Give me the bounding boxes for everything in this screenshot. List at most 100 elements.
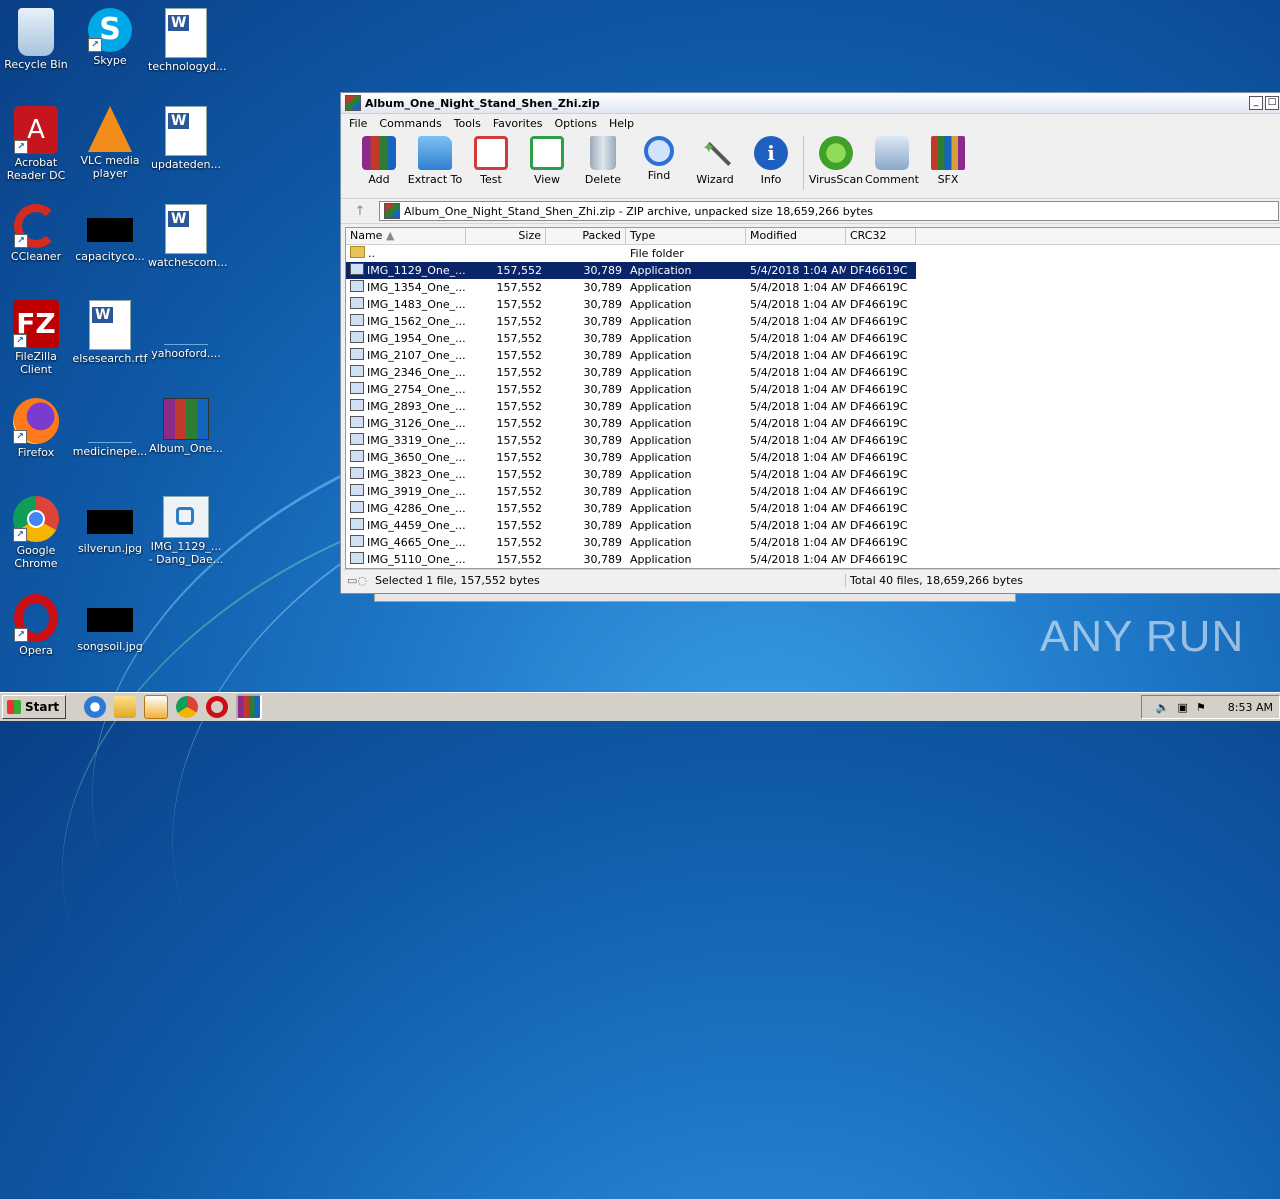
minimize-button[interactable]: _ (1249, 96, 1263, 110)
file-row[interactable]: IMG_4665_One_... 157,552 30,789 Application… (346, 534, 1280, 551)
network-icon[interactable]: ▣ (1178, 701, 1188, 714)
file-row[interactable]: IMG_5110_One_... 157,552 30,789 Application… (346, 551, 1280, 568)
file-row[interactable]: IMG_3650_One_... 157,552 30,789 Application… (346, 449, 1280, 466)
view-button[interactable]: View (519, 136, 575, 186)
menu-help[interactable]: Help (603, 117, 640, 130)
flag-icon[interactable]: ⚑ (1196, 701, 1206, 714)
file-row[interactable]: IMG_2346_One_... 157,552 30,789 Application… (346, 364, 1280, 381)
file-row[interactable]: IMG_4286_One_... 157,552 30,789 Application… (346, 500, 1280, 517)
shortcut-arrow-icon: ↗ (13, 430, 27, 444)
file-row[interactable]: IMG_1483_One_... 157,552 30,789 Application… (346, 296, 1280, 313)
desktop-icon-watchescom[interactable]: W watchescom... (148, 204, 228, 269)
virusscan-button[interactable]: VirusScan (808, 136, 864, 186)
taskbar-ie-icon[interactable] (84, 696, 107, 718)
toolbar: Add Extract To Test View Delete Find ✦ Wi… (341, 132, 1280, 199)
menu-file[interactable]: File (343, 117, 373, 130)
volume-icon[interactable]: 🔈 (1156, 701, 1170, 714)
sfx-button[interactable]: SFX (920, 136, 976, 186)
file-row[interactable]: IMG_4459_One_... 157,552 30,789 Application… (346, 517, 1280, 534)
desktop-icon-recycle-bin[interactable]: Recycle Bin (0, 8, 74, 71)
status-selected: ▭◌ Selected 1 file, 157,552 bytes (347, 573, 540, 587)
desktop-icon-album-zip[interactable]: Album_One... (148, 398, 224, 455)
file-row[interactable]: IMG_1354_One_... 157,552 30,789 Application… (346, 279, 1280, 296)
shortcut-arrow-icon: ↗ (88, 38, 102, 52)
wizard-button[interactable]: ✦ Wizard (687, 136, 743, 186)
desktop-icon-silverun[interactable]: silverun.jpg (72, 496, 148, 555)
menu-tools[interactable]: Tools (448, 117, 487, 130)
desktop-icon-vlc[interactable]: VLC media player (72, 106, 148, 180)
delete-button[interactable]: Delete (575, 136, 631, 186)
image-thumbnail-icon (87, 510, 133, 534)
winrar-window: Album_One_Night_Stand_Shen_Zhi.zip _ □ F… (340, 92, 1280, 594)
clock[interactable]: 8:53 AM (1228, 701, 1273, 714)
maximize-button[interactable]: □ (1265, 96, 1279, 110)
menu-commands[interactable]: Commands (373, 117, 447, 130)
file-row[interactable]: IMG_2107_One_... 157,552 30,789 Application… (346, 347, 1280, 364)
desktop-icon-opera[interactable]: ↗ Opera (0, 594, 74, 657)
desktop-icon-acrobat[interactable]: A ↗ Acrobat Reader DC (0, 106, 74, 182)
file-modified: 5/4/2018 1:04 AM (750, 451, 846, 464)
file-row[interactable]: IMG_2754_One_... 157,552 30,789 Application… (346, 381, 1280, 398)
desktop-icon-chrome[interactable]: ↗ Google Chrome (0, 496, 74, 570)
column-header-type[interactable]: Type (626, 228, 746, 244)
title-bar[interactable]: Album_One_Night_Stand_Shen_Zhi.zip _ □ (341, 93, 1280, 114)
up-arrow-icon[interactable]: ↑ (341, 204, 379, 219)
desktop-icon-capacityco[interactable]: capacityco... (72, 204, 148, 263)
menu-favorites[interactable]: Favorites (487, 117, 549, 130)
column-header-name[interactable]: Name ▲ (346, 228, 466, 244)
info-button[interactable]: i Info (743, 136, 799, 186)
add-button[interactable]: Add (351, 136, 407, 186)
comment-button[interactable]: Comment (864, 136, 920, 186)
desktop-icon-elsesearch[interactable]: W elsesearch.rtf (72, 300, 148, 365)
file-crc32: DF46619C (850, 281, 908, 294)
file-crc32: DF46619C (850, 400, 908, 413)
test-button[interactable]: Test (463, 136, 519, 186)
file-row[interactable]: IMG_1954_One_... 157,552 30,789 Application… (346, 330, 1280, 347)
application-file-icon (350, 484, 364, 496)
file-row[interactable]: IMG_3319_One_... 157,552 30,789 Application… (346, 432, 1280, 449)
file-size: 157,552 (496, 468, 543, 481)
taskbar-explorer-icon[interactable] (114, 696, 137, 718)
taskbar-chrome-icon[interactable] (176, 696, 199, 718)
sort-ascending-icon: ▲ (385, 229, 395, 242)
start-button[interactable]: Start (2, 695, 67, 719)
file-type: Application (630, 451, 692, 464)
application-file-icon (350, 518, 364, 530)
desktop-icon-ccleaner[interactable]: ↗ CCleaner (0, 204, 74, 263)
column-header-size[interactable]: Size (466, 228, 546, 244)
parent-folder-row[interactable]: .. File folder (346, 245, 1280, 262)
desktop-icon-technologyd[interactable]: W technologyd... (148, 8, 227, 73)
file-row[interactable]: IMG_3823_One_... 157,552 30,789 Application… (346, 466, 1280, 483)
folder-icon (350, 246, 365, 258)
desktop-icon-filezilla[interactable]: FZ ↗ FileZilla Client (0, 300, 74, 376)
find-button[interactable]: Find (631, 136, 687, 182)
file-name: IMG_4459_One_... (346, 517, 466, 534)
desktop-icon-songsoil[interactable]: songsoil.jpg (72, 594, 148, 653)
taskbar-opera-icon[interactable] (206, 696, 229, 718)
file-row[interactable]: IMG_3126_One_... 157,552 30,789 Application… (346, 415, 1280, 432)
desktop-icon-yahooford[interactable]: yahooford.... (148, 300, 224, 360)
file-packed: 30,789 (583, 383, 623, 396)
desktop-icon-img-1129[interactable]: IMG_1129_... - Dang_Dae... (148, 496, 224, 566)
file-row[interactable]: IMG_3919_One_... 157,552 30,789 Application… (346, 483, 1280, 500)
file-row[interactable]: IMG_1562_One_... 157,552 30,789 Application… (346, 313, 1280, 330)
desktop-icon-skype[interactable]: S ↗ Skype (72, 8, 148, 67)
desktop-icon-medicinepe[interactable]: medicinepe... (72, 398, 148, 458)
column-header-modified[interactable]: Modified (746, 228, 846, 244)
file-row[interactable]: IMG_2893_One_... 157,552 30,789 Application… (346, 398, 1280, 415)
desktop-icon-firefox[interactable]: ↗ Firefox (0, 398, 74, 459)
desktop-icon-updateden[interactable]: W updateden... (148, 106, 224, 171)
menu-options[interactable]: Options (549, 117, 603, 130)
firefox-icon: ↗ (13, 398, 59, 444)
file-size: 157,552 (496, 485, 543, 498)
file-row[interactable]: IMG_1129_One_... 157,552 30,789 Application… (346, 262, 1280, 279)
path-field[interactable]: Album_One_Night_Stand_Shen_Zhi.zip - ZIP… (379, 201, 1279, 221)
taskbar-winrar-icon[interactable] (236, 694, 263, 720)
column-header-packed[interactable]: Packed (546, 228, 626, 244)
application-file-icon (350, 467, 364, 479)
sfx-box-icon (931, 136, 965, 170)
extract-to-button[interactable]: Extract To (407, 136, 463, 186)
file-packed: 30,789 (583, 519, 623, 532)
column-header-crc32[interactable]: CRC32 (846, 228, 916, 244)
taskbar-media-player-icon[interactable] (144, 695, 169, 719)
